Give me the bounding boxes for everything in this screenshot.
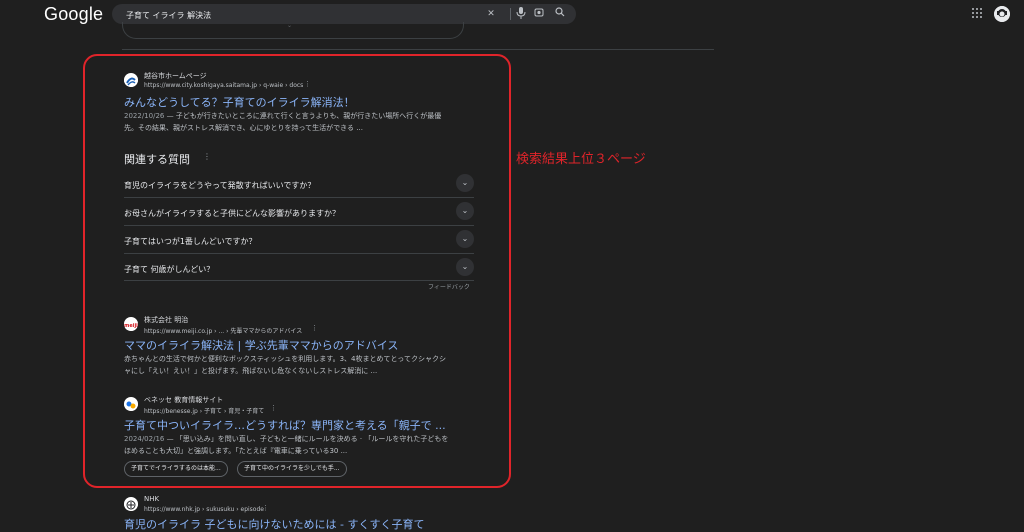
site-url[interactable]: https://benesse.jp › 子育て › 育児・子育て xyxy=(144,406,264,415)
search-icon[interactable] xyxy=(553,7,567,21)
chevron-down-icon[interactable]: ⌄ xyxy=(287,23,295,29)
site-name: 越谷市ホームページ xyxy=(144,72,207,80)
site-url[interactable]: https://www.nhk.jp › sukusuku › episode xyxy=(144,506,264,513)
site-name: NHK xyxy=(144,495,160,503)
question-text: 育児のイライラをどうやって発散すればいいですか？ xyxy=(124,181,316,190)
result-date: 2022/10/26 xyxy=(124,112,165,120)
result-snippet: 2022/10/26 — 子どもが行きたいところに連れて行くと言うよりも、親が行… xyxy=(124,110,441,122)
question-text: 子育て 何歳がしんどい？ xyxy=(124,265,215,274)
more-options-icon[interactable]: ⋮ xyxy=(304,80,311,88)
sitelink-chip[interactable]: 子育てでイライラするのは本能... xyxy=(124,461,228,477)
result-date: 2024/02/16 xyxy=(124,435,165,443)
more-options-icon[interactable]: ⋮ xyxy=(203,152,211,161)
chevron-down-icon[interactable]: ⌄ xyxy=(456,174,474,192)
chevron-down-icon[interactable]: ⌄ xyxy=(456,230,474,248)
mic-icon[interactable] xyxy=(514,7,528,21)
snippet-line: 先。その結果、親がストレス解消でき、心にゆとりを持って生活ができる ... xyxy=(124,124,363,132)
result-title[interactable]: ママのイライラ解決法 | 学ぶ先輩ママからのアドバイス xyxy=(124,337,398,353)
snippet-line: 赤ちゃんとの生活で何かと便利なボックスティッシュを利用します。3、4枚まとめてと… xyxy=(124,355,446,363)
chevron-down-icon[interactable]: ⌄ xyxy=(456,202,474,220)
question-text: 子育てはいつが1番しんどいですか？ xyxy=(124,237,257,246)
camera-icon[interactable] xyxy=(532,7,546,21)
snippet-line: — 「思い込み」を問い直し、子どもと一緒にルールを決める · 「ルールを守れた子… xyxy=(164,435,449,443)
snippet-line: — 子どもが行きたいところに連れて行くと言うよりも、親が行きたい場所へ行くが最優 xyxy=(164,112,442,120)
koshigaya-favicon xyxy=(124,73,138,87)
result-title[interactable]: 育児のイライラ 子どもに向けないためには - すくすく子育て xyxy=(124,516,424,532)
annotation-label: 検索結果上位３ページ xyxy=(516,152,646,167)
site-url[interactable]: https://www.city.koshigaya.saitama.jp › … xyxy=(144,82,303,89)
question-item[interactable]: 育児のイライラをどうやって発散すればいいですか？ ⌄ xyxy=(124,172,474,200)
result-title[interactable]: 子育て中ついイライラ…どうすれば？専門家と考える「親子で ... xyxy=(124,417,446,433)
question-text: お母さんがイライラすると子供にどんな影響がありますか？ xyxy=(124,209,340,218)
feedback-link[interactable]: フィードバック xyxy=(428,282,470,291)
snippet-line: ほめることも大切」と強調します。「たとえば『電車に乗っている30 ... xyxy=(124,447,348,455)
sitelink-chip[interactable]: 子育て中のイライラを少しでも手... xyxy=(237,461,347,477)
previous-result-card: ⌄ xyxy=(122,22,464,39)
more-options-icon[interactable]: ⋮ xyxy=(270,404,277,412)
search-divider xyxy=(510,8,511,20)
snippet-line: ャにし「えい！えい！」と投げます。飛ばないし危なくないしストレス解消に ... xyxy=(124,367,378,375)
avatar[interactable] xyxy=(994,6,1010,22)
more-options-icon[interactable]: ⋮ xyxy=(262,504,269,512)
google-logo[interactable]: Google xyxy=(44,4,103,25)
divider xyxy=(124,253,474,254)
nhk-favicon xyxy=(124,497,138,511)
question-item[interactable]: 子育てはいつが1番しんどいですか？ ⌄ xyxy=(124,228,474,256)
close-icon[interactable]: ✕ xyxy=(484,7,498,21)
chevron-down-icon[interactable]: ⌄ xyxy=(456,258,474,276)
question-item[interactable]: お母さんがイライラすると子供にどんな影響がありますか？ ⌄ xyxy=(124,200,474,228)
more-options-icon[interactable]: ⋮ xyxy=(311,324,318,332)
meiji-favicon: meiji xyxy=(124,317,138,331)
benesse-favicon xyxy=(124,397,138,411)
site-name: ベネッセ 教育情報サイト xyxy=(144,396,224,404)
svg-text:meiji: meiji xyxy=(124,323,138,329)
search-box[interactable]: ✕ xyxy=(112,4,576,24)
divider xyxy=(124,197,474,198)
result-snippet: 2024/02/16 — 「思い込み」を問い直し、子どもと一緒にルールを決める … xyxy=(124,433,448,445)
site-name: 株式会社 明治 xyxy=(144,316,189,324)
result-title[interactable]: みんなどうしてる？子育てのイライラ解消法！ xyxy=(124,94,355,110)
related-questions-heading: 関連する質問 xyxy=(124,153,190,166)
divider xyxy=(124,225,474,226)
site-url[interactable]: https://www.meiji.co.jp › ... › 先輩ママからのア… xyxy=(144,326,302,335)
divider xyxy=(122,49,714,50)
divider xyxy=(124,280,474,281)
apps-grid-icon[interactable] xyxy=(972,8,984,20)
